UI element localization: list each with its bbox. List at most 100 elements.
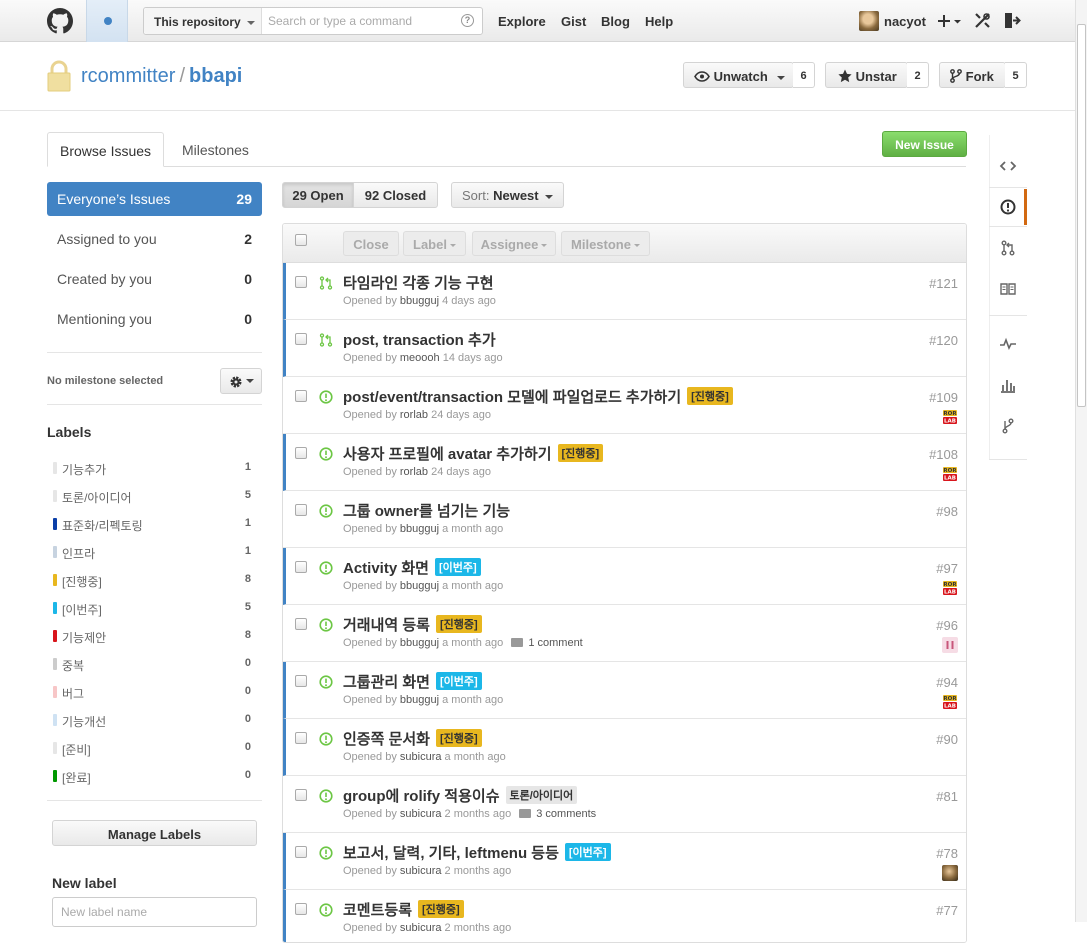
filter-mentioning-you[interactable]: Mentioning you 0 (47, 302, 262, 336)
search-input[interactable] (266, 11, 456, 31)
issue-title-text[interactable]: post, transaction 추가 (343, 332, 496, 349)
issue-checkbox[interactable] (295, 390, 307, 402)
issue-checkbox[interactable] (295, 333, 307, 345)
issue-comments[interactable]: 1 comment (511, 637, 583, 649)
repo-owner-link[interactable]: rcommitter (81, 65, 175, 87)
tab-milestones[interactable]: Milestones (182, 142, 249, 158)
issue-number[interactable]: #121 (929, 276, 958, 291)
issue-row[interactable]: 인증쪽 문서화 [진행중] Opened by subicura a month a… (283, 719, 966, 776)
issue-row[interactable]: Activity 화면 [이번주] Opened by bbugguj a mont… (283, 548, 966, 605)
issue-title[interactable]: 사용자 프로필에 avatar 추가하기 [진행중] (343, 443, 604, 464)
issue-checkbox[interactable] (295, 675, 307, 687)
nav-gist[interactable]: Gist (561, 14, 586, 29)
label-item[interactable]: 버그 0 (52, 685, 262, 701)
issue-title[interactable]: 거래내역 등록 [진행중] (343, 614, 482, 635)
issue-title[interactable]: 그룹 owner를 넘기는 기능 (343, 500, 510, 521)
issue-number[interactable]: #81 (936, 789, 958, 804)
label-item[interactable]: 중복 0 (52, 657, 262, 673)
stargazers-count[interactable]: 2 (907, 62, 929, 88)
issue-author[interactable]: bbugguj (400, 523, 439, 535)
issue-author[interactable]: subicura (400, 751, 442, 763)
issue-checkbox[interactable] (295, 732, 307, 744)
issue-author[interactable]: subicura (400, 922, 442, 934)
nav-blog[interactable]: Blog (601, 14, 630, 29)
assignee-dropdown[interactable]: Assignee (472, 231, 556, 256)
issue-checkbox[interactable] (295, 447, 307, 459)
help-icon[interactable]: ? (461, 14, 474, 27)
issue-label-tag[interactable]: [진행중] (418, 900, 464, 918)
issue-title-text[interactable]: 거래내역 등록 (343, 617, 430, 634)
settings-tools-icon[interactable] (974, 12, 991, 29)
issue-row[interactable]: group에 rolify 적용이슈 토론/아이디어 Opened by subic… (283, 776, 966, 833)
issue-row[interactable]: 그룹 owner를 넘기는 기능 Opened by bbugguj a mont… (283, 491, 966, 548)
issue-author[interactable]: bbugguj (400, 295, 439, 307)
search-scope-selector[interactable]: This repository (144, 8, 262, 34)
sign-out-icon[interactable] (1004, 12, 1022, 29)
issue-comments[interactable]: 3 comments (519, 808, 596, 820)
issue-title-text[interactable]: 보고서, 달력, 기타, leftmenu 등등 (343, 845, 559, 862)
issue-row[interactable]: 그룹관리 화면 [이번주] Opened by bbugguj a month ag… (283, 662, 966, 719)
issue-author[interactable]: meoooh (400, 352, 440, 364)
issue-label-tag[interactable]: [이번주] (564, 843, 611, 861)
filter-everyones-issues[interactable]: Everyone’s Issues 29 (47, 182, 262, 216)
issue-checkbox[interactable] (295, 618, 307, 630)
issue-title-text[interactable]: 타임라인 각종 기능 구현 (343, 275, 494, 292)
issue-title[interactable]: 그룹관리 화면 [이번주] (343, 671, 482, 692)
issue-number[interactable]: #94 (936, 675, 958, 690)
issue-title-text[interactable]: 그룹관리 화면 (343, 674, 430, 691)
graphs-icon[interactable] (999, 376, 1017, 394)
page-scrollbar-thumb[interactable] (1077, 24, 1086, 407)
issue-title-text[interactable]: post/event/transaction 모델에 파일업로드 추가하기 (343, 389, 681, 406)
label-item[interactable]: [준비] 0 (52, 741, 262, 757)
issue-title-text[interactable]: 코멘트등록 (343, 902, 412, 919)
issue-number[interactable]: #97 (936, 561, 958, 576)
issue-label-tag[interactable]: [진행중] (435, 615, 482, 633)
issue-checkbox[interactable] (295, 276, 307, 288)
issue-row[interactable]: 거래내역 등록 [진행중] Opened by bbugguj a month ag… (283, 605, 966, 662)
nav-help[interactable]: Help (645, 14, 673, 29)
issue-row[interactable]: 사용자 프로필에 avatar 추가하기 [진행중] Opened by rorla… (283, 434, 966, 491)
issue-checkbox[interactable] (295, 561, 307, 573)
issue-number[interactable]: #98 (936, 504, 958, 519)
label-item[interactable]: 기능추가 1 (52, 461, 262, 477)
issue-label-tag[interactable]: [이번주] (434, 558, 481, 576)
code-icon[interactable] (999, 157, 1017, 175)
nav-explore[interactable]: Explore (498, 14, 546, 29)
issue-author[interactable]: bbugguj (400, 694, 439, 706)
github-logo-icon[interactable] (47, 8, 73, 34)
issue-label-tag[interactable]: [진행중] (687, 387, 733, 405)
pull-requests-icon[interactable] (999, 239, 1017, 257)
issue-number[interactable]: #120 (929, 333, 958, 348)
forks-count[interactable]: 5 (1005, 62, 1027, 88)
issue-number[interactable]: #90 (936, 732, 958, 747)
issue-title[interactable]: group에 rolify 적용이슈 토론/아이디어 (343, 785, 578, 806)
issue-author[interactable]: rorlab (400, 466, 428, 478)
notifications-button[interactable] (86, 0, 128, 42)
create-new-icon[interactable] (938, 14, 962, 28)
issue-title[interactable]: 코멘트등록 [진행중] (343, 899, 464, 920)
pulse-icon[interactable] (999, 335, 1017, 353)
issue-checkbox[interactable] (295, 789, 307, 801)
issue-title[interactable]: post, transaction 추가 (343, 329, 496, 350)
issues-icon[interactable] (999, 198, 1017, 216)
label-item[interactable]: [진행중] 8 (52, 573, 262, 589)
issue-label-tag[interactable]: 토론/아이디어 (505, 786, 578, 804)
label-item[interactable]: 기능제안 8 (52, 629, 262, 645)
issue-row[interactable]: 타임라인 각종 기능 구현 Opened by bbugguj 4 days ag… (283, 263, 966, 320)
filter-assigned-to-you[interactable]: Assigned to you 2 (47, 222, 262, 256)
issue-row[interactable]: 보고서, 달력, 기타, leftmenu 등등 [이번주] Opened by s… (283, 833, 966, 890)
milestone-dropdown[interactable]: Milestone (561, 231, 650, 256)
issue-author[interactable]: bbugguj (400, 637, 439, 649)
manage-labels-button[interactable]: Manage Labels (52, 820, 257, 846)
issue-title[interactable]: 인증쪽 문서화 [진행중] (343, 728, 482, 749)
new-label-input[interactable] (52, 897, 257, 927)
issue-author[interactable]: bbugguj (400, 580, 439, 592)
sort-dropdown[interactable]: Sort: Newest (451, 182, 564, 208)
issue-author[interactable]: rorlab (400, 409, 428, 421)
watchers-count[interactable]: 6 (793, 62, 815, 88)
issue-number[interactable]: #96 (936, 618, 958, 633)
issue-title[interactable]: 타임라인 각종 기능 구현 (343, 272, 494, 293)
issue-row[interactable]: post, transaction 추가 Opened by meoooh 14 … (283, 320, 966, 377)
select-all-checkbox[interactable] (295, 234, 307, 246)
issue-row[interactable]: post/event/transaction 모델에 파일업로드 추가하기 [진행… (283, 377, 966, 434)
